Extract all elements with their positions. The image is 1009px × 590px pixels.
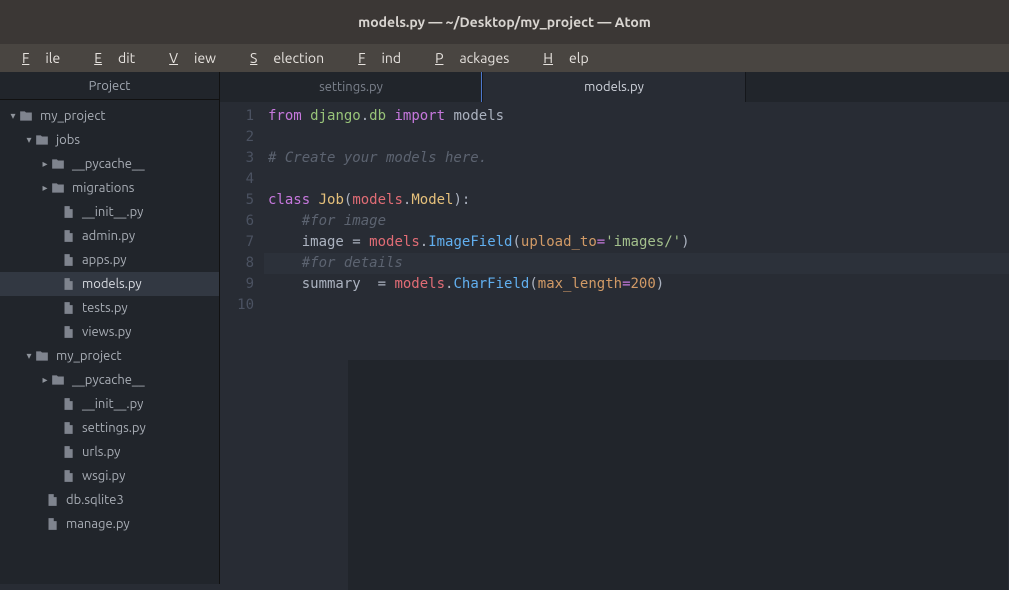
file-icon: [60, 445, 76, 460]
tree-folder-root[interactable]: ▾my_project: [0, 104, 219, 128]
bottom-panel: [348, 360, 1008, 590]
folder-icon: [18, 109, 34, 124]
file-icon: [60, 277, 76, 292]
menu-view[interactable]: View: [153, 48, 232, 68]
file-icon: [60, 205, 76, 220]
file-icon: [60, 397, 76, 412]
tree-file-views[interactable]: views.py: [0, 320, 219, 344]
window-title: models.py — ~/Desktop/my_project — Atom: [358, 14, 651, 30]
menu-file[interactable]: File: [6, 48, 76, 68]
file-icon: [60, 325, 76, 340]
file-icon: [44, 493, 60, 508]
tree-folder-jobs[interactable]: ▾jobs: [0, 128, 219, 152]
file-icon: [60, 229, 76, 244]
project-header: Project: [0, 72, 219, 100]
tree-file-settings[interactable]: settings.py: [0, 416, 219, 440]
tree-folder-pycache[interactable]: ▸__pycache__: [0, 152, 219, 176]
tree-folder-pycache2[interactable]: ▸__pycache__: [0, 368, 219, 392]
file-icon: [60, 301, 76, 316]
menu-find[interactable]: Find: [342, 48, 417, 68]
tree-file-init2[interactable]: __init__.py: [0, 392, 219, 416]
window-titlebar: models.py — ~/Desktop/my_project — Atom: [0, 0, 1009, 44]
tree-file-admin[interactable]: admin.py: [0, 224, 219, 248]
menu-selection[interactable]: Selection: [234, 48, 340, 68]
tab-empty: [746, 72, 1009, 102]
project-sidebar: Project ▾my_project ▾jobs ▸__pycache__ ▸…: [0, 72, 220, 584]
tab-models[interactable]: models.py: [483, 72, 746, 102]
menu-packages[interactable]: Packages: [419, 48, 525, 68]
line-gutter: 12345678910: [220, 102, 264, 584]
tab-bar: settings.py models.py: [220, 72, 1009, 102]
folder-icon: [50, 373, 66, 388]
tree-file-db[interactable]: db.sqlite3: [0, 488, 219, 512]
menu-help[interactable]: Help: [527, 48, 604, 68]
tree-file-manage[interactable]: manage.py: [0, 512, 219, 536]
file-icon: [60, 253, 76, 268]
file-tree: ▾my_project ▾jobs ▸__pycache__ ▸migratio…: [0, 100, 219, 584]
tree-folder-migrations[interactable]: ▸migrations: [0, 176, 219, 200]
folder-icon: [50, 157, 66, 172]
tree-file-urls[interactable]: urls.py: [0, 440, 219, 464]
folder-icon: [34, 349, 50, 364]
folder-icon: [34, 133, 50, 148]
tree-file-models[interactable]: models.py: [0, 272, 219, 296]
tree-file-apps[interactable]: apps.py: [0, 248, 219, 272]
file-icon: [60, 421, 76, 436]
menu-edit[interactable]: Edit: [78, 48, 151, 68]
tree-folder-myproject2[interactable]: ▾my_project: [0, 344, 219, 368]
folder-icon: [50, 181, 66, 196]
tree-file-wsgi[interactable]: wsgi.py: [0, 464, 219, 488]
tree-file-init[interactable]: __init__.py: [0, 200, 219, 224]
tree-file-tests[interactable]: tests.py: [0, 296, 219, 320]
menubar: File Edit View Selection Find Packages H…: [0, 44, 1009, 72]
file-icon: [44, 517, 60, 532]
tab-settings[interactable]: settings.py: [220, 72, 483, 102]
file-icon: [60, 469, 76, 484]
